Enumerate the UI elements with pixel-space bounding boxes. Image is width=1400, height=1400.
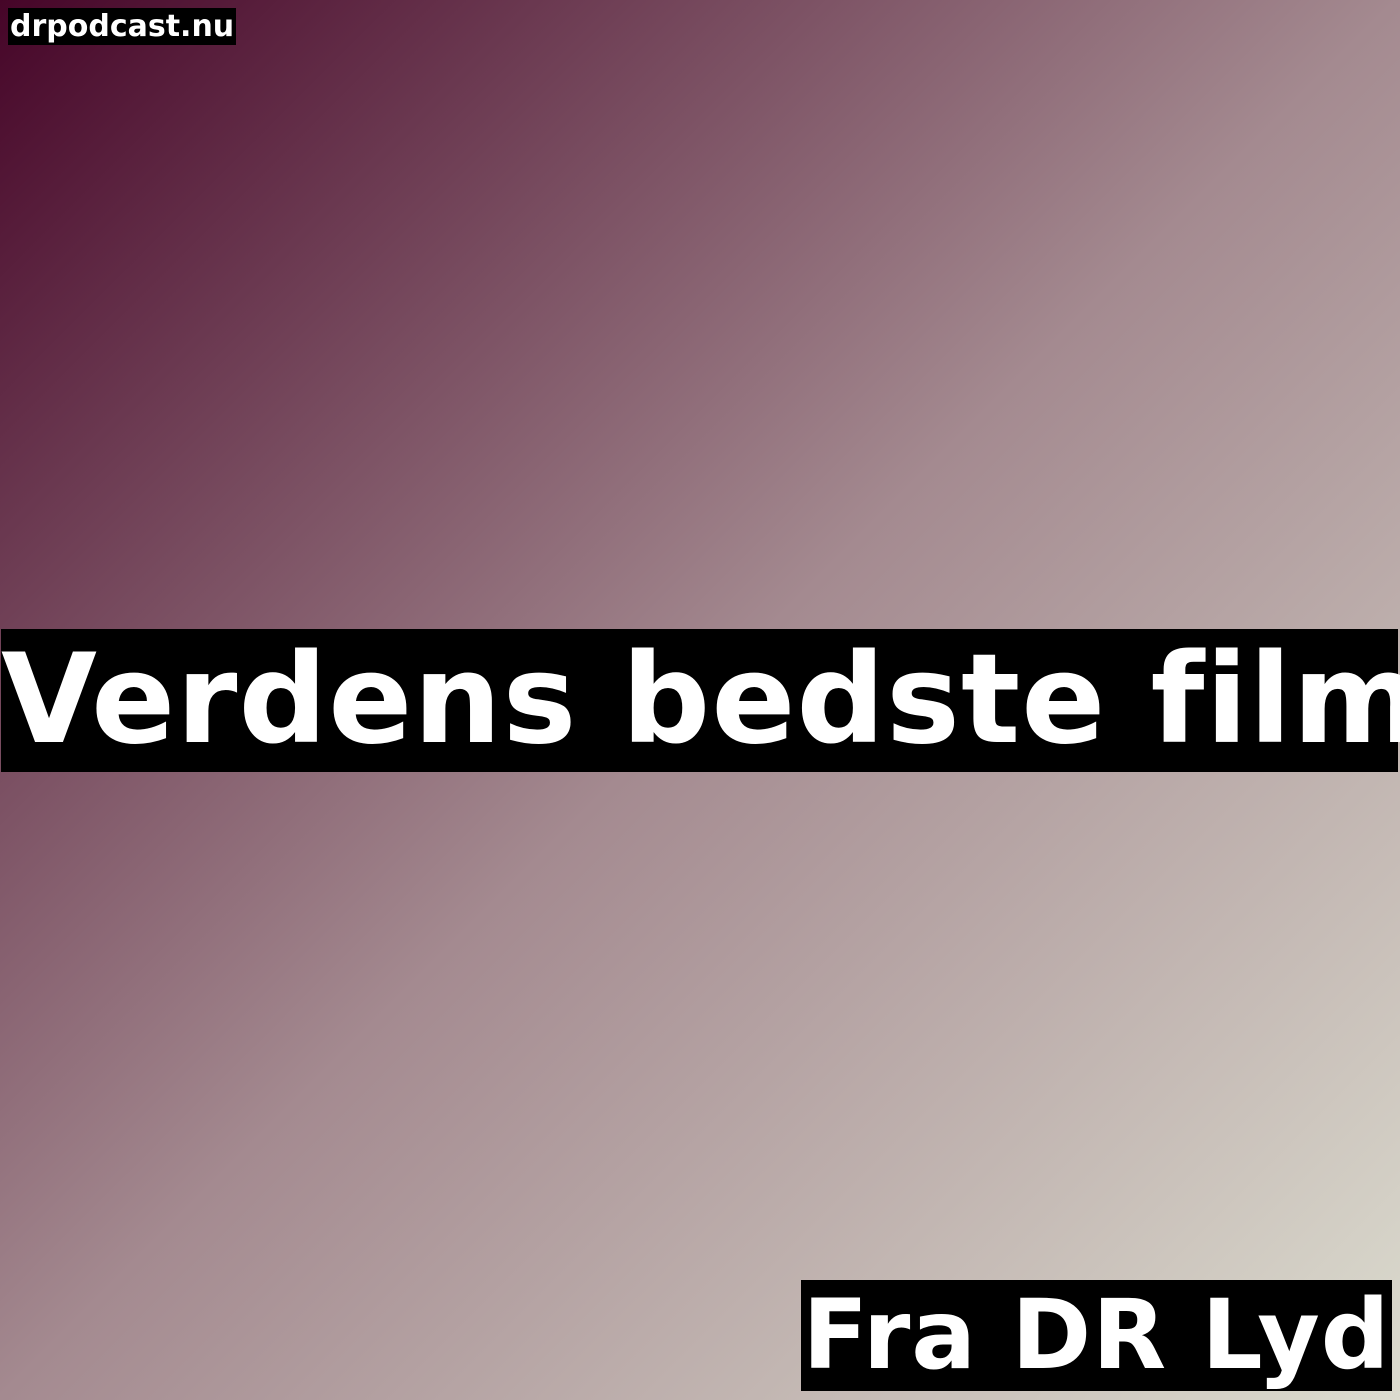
podcast-cover: drpodcast.nu Verdens bedste film Fra DR … — [0, 0, 1400, 1400]
site-label: drpodcast.nu — [8, 8, 237, 45]
source-label: Fra DR Lyd — [801, 1279, 1392, 1391]
podcast-title: Verdens bedste film — [1, 628, 1400, 772]
